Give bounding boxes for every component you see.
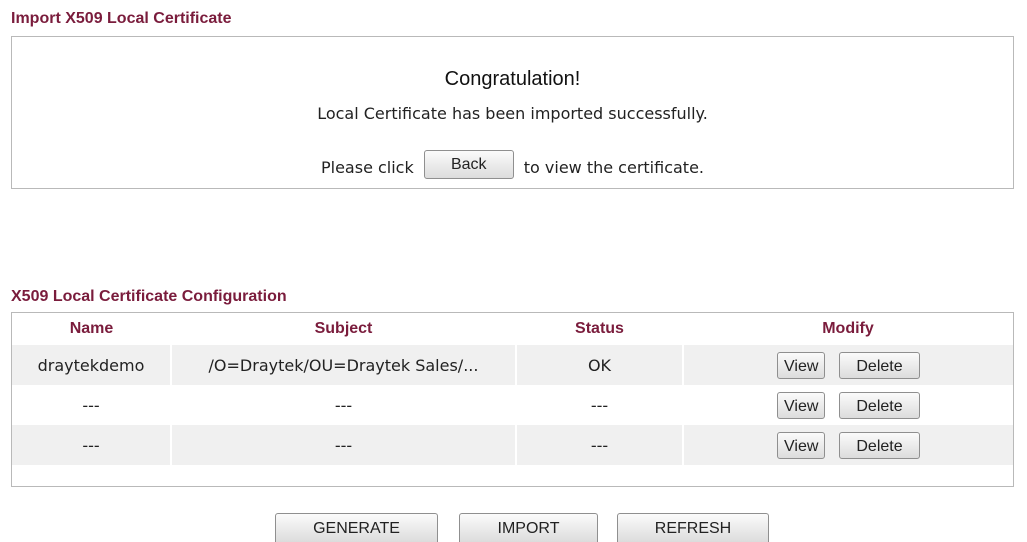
view-button[interactable]: View	[777, 351, 825, 379]
cell-modify: View Delete	[683, 425, 1013, 465]
view-button[interactable]: View	[777, 391, 825, 419]
import-result-panel: Congratulation! Local Certificate has be…	[11, 36, 1014, 189]
column-header-modify: Modify	[822, 320, 874, 337]
cell-modify: View Delete	[683, 385, 1013, 425]
action-button-bar: GENERATE IMPORT REFRESH	[0, 513, 1027, 542]
back-button[interactable]: Back	[423, 150, 514, 179]
success-heading: Congratulation!	[444, 68, 581, 90]
import-section-title: Import X509 Local Certificate	[11, 10, 232, 27]
delete-button[interactable]: Delete	[839, 351, 920, 379]
table-row: --- --- --- View Delete	[12, 385, 1013, 425]
cell-modify: View Delete	[683, 345, 1013, 385]
cell-status: ---	[516, 385, 684, 425]
back-prompt: Please click Back to view the certificate.	[12, 150, 1013, 183]
column-header-subject: Subject	[314, 320, 373, 337]
import-button[interactable]: IMPORT	[459, 513, 598, 542]
cell-subject: /O=Draytek/OU=Draytek Sales/...	[171, 345, 517, 385]
cell-subject: ---	[171, 425, 517, 465]
config-section-title: X509 Local Certificate Configuration	[11, 288, 287, 305]
delete-button[interactable]: Delete	[839, 391, 920, 419]
view-button[interactable]: View	[777, 431, 825, 459]
success-message: Local Certificate has been imported succ…	[317, 104, 708, 123]
certificate-table-panel: Name Subject Status Modify draytekdemo /…	[11, 312, 1014, 487]
cell-status: ---	[516, 425, 684, 465]
cell-name: ---	[12, 425, 172, 465]
generate-button[interactable]: GENERATE	[275, 513, 438, 542]
table-row: --- --- --- View Delete	[12, 425, 1013, 465]
prompt-after-text: to view the certificate.	[523, 158, 704, 177]
certificate-table: Name Subject Status Modify draytekdemo /…	[12, 313, 1013, 465]
cell-name: draytekdemo	[12, 345, 172, 385]
column-header-name: Name	[69, 320, 114, 337]
table-header-row: Name Subject Status Modify	[12, 313, 1013, 345]
refresh-button[interactable]: REFRESH	[617, 513, 769, 542]
cell-name: ---	[12, 385, 172, 425]
delete-button[interactable]: Delete	[839, 431, 920, 459]
cell-subject: ---	[171, 385, 517, 425]
column-header-status: Status	[575, 320, 624, 337]
table-row: draytekdemo /O=Draytek/OU=Draytek Sales/…	[12, 345, 1013, 385]
prompt-before-text: Please click	[320, 158, 414, 177]
cell-status: OK	[516, 345, 684, 385]
